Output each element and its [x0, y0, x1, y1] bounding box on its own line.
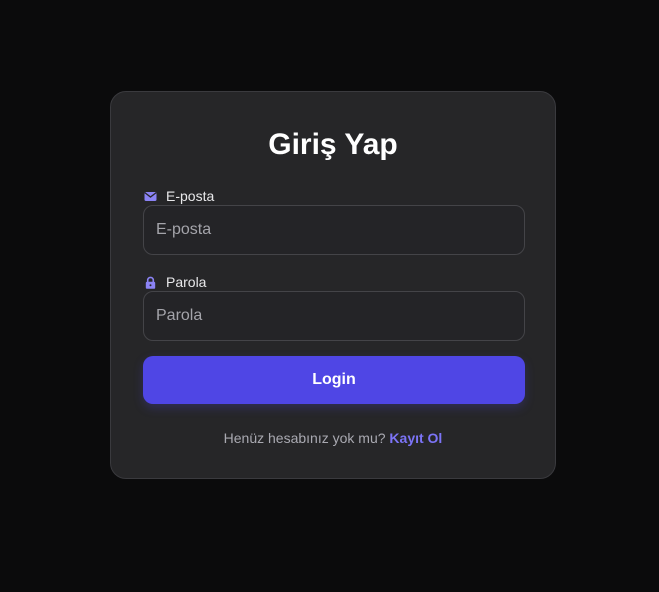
envelope-icon: [144, 190, 157, 203]
password-label: Parola: [144, 274, 206, 290]
register-prompt: Henüz hesabınız yok mu? Kayıt Ol: [111, 430, 555, 446]
login-button[interactable]: Login: [143, 356, 525, 404]
password-field[interactable]: [143, 291, 525, 341]
password-label-text: Parola: [166, 274, 207, 290]
login-card: Giriş Yap E-posta Parola Login Henüz hes…: [110, 91, 556, 479]
register-link[interactable]: Kayıt Ol: [389, 430, 442, 446]
page-title: Giriş Yap: [268, 128, 398, 161]
email-field[interactable]: [143, 205, 525, 255]
register-prompt-text: Henüz hesabınız yok mu?: [223, 430, 386, 446]
lock-icon: [144, 276, 157, 289]
email-label-text: E-posta: [166, 188, 215, 204]
email-label: E-posta: [144, 188, 214, 204]
